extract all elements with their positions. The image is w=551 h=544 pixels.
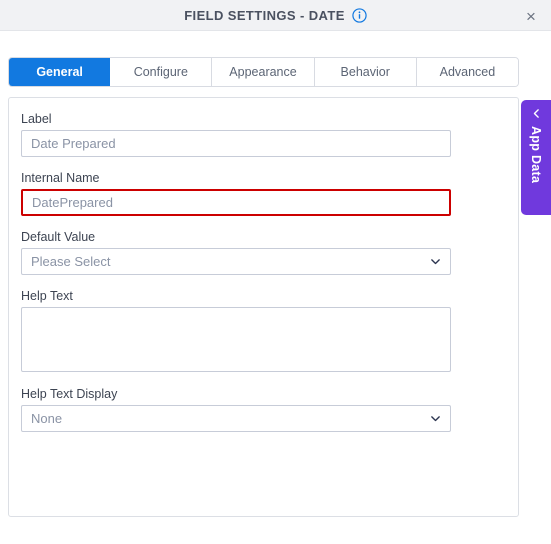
close-icon[interactable]: ×: [521, 6, 541, 26]
chevron-down-icon: [429, 255, 442, 268]
label-field-group: Label Date Prepared: [21, 112, 451, 157]
help-text-display-field-label: Help Text Display: [21, 387, 118, 401]
tab-configure[interactable]: Configure: [110, 58, 213, 86]
help-text-display-field-group: Help Text Display None: [21, 387, 451, 432]
dialog-title-wrap: FIELD SETTINGS - DATE: [0, 0, 551, 31]
help-text-display-select[interactable]: None: [21, 405, 451, 432]
tab-behavior[interactable]: Behavior: [314, 58, 417, 86]
app-data-panel-toggle[interactable]: App Data: [521, 100, 551, 215]
info-circle-icon[interactable]: [352, 8, 367, 23]
default-value-select-value: Please Select: [31, 254, 111, 269]
tab-advanced-label: Advanced: [439, 65, 496, 79]
tab-advanced[interactable]: Advanced: [416, 58, 518, 86]
help-text-field-label: Help Text: [21, 289, 73, 303]
tab-appearance[interactable]: Appearance: [212, 58, 315, 86]
settings-tabs: General Configure Appearance Behavior Ad…: [8, 57, 519, 87]
page-title: FIELD SETTINGS - DATE: [184, 8, 345, 23]
help-text-display-select-value: None: [31, 411, 63, 426]
internal-name-field-label: Internal Name: [21, 171, 100, 185]
general-settings-panel: Label Date Prepared Internal Name DatePr…: [8, 97, 519, 517]
label-field-label: Label: [21, 112, 52, 126]
tab-appearance-label: Appearance: [229, 65, 297, 79]
tab-general[interactable]: General: [9, 58, 111, 86]
chevron-left-icon: [530, 107, 543, 120]
help-text-textarea[interactable]: [21, 307, 451, 372]
internal-name-input[interactable]: DatePrepared: [21, 189, 451, 216]
chevron-down-icon: [429, 412, 442, 425]
tab-configure-label: Configure: [133, 65, 188, 79]
help-text-field-group: Help Text: [21, 289, 451, 372]
internal-name-field-group: Internal Name DatePrepared: [21, 171, 451, 216]
tab-behavior-label: Behavior: [340, 65, 390, 79]
app-data-label: App Data: [529, 126, 543, 184]
label-input[interactable]: Date Prepared: [21, 130, 451, 157]
default-value-select[interactable]: Please Select: [21, 248, 451, 275]
default-value-field-label: Default Value: [21, 230, 96, 244]
tab-general-label: General: [36, 65, 83, 79]
default-value-field-group: Default Value Please Select: [21, 230, 451, 275]
